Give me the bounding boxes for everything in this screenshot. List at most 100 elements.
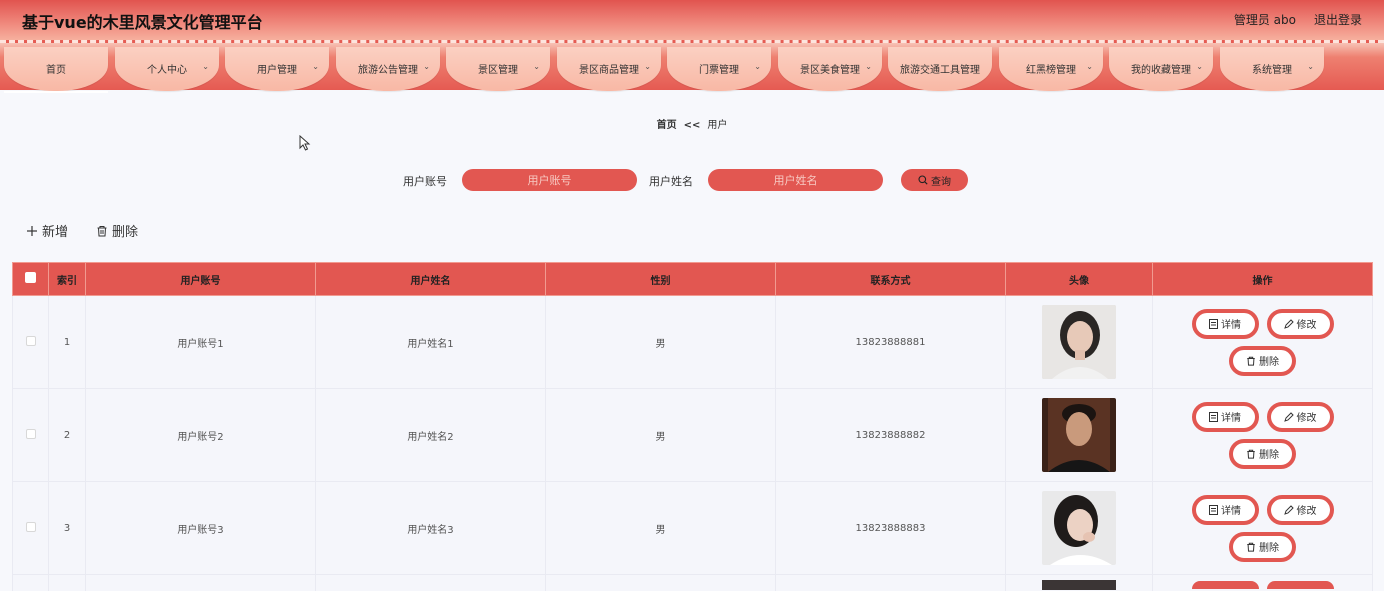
row-select-cell [12, 295, 49, 389]
avatar-image[interactable] [1042, 491, 1116, 565]
select-all-checkbox[interactable] [25, 272, 36, 283]
delete-button[interactable]: 删除 [1229, 531, 1296, 562]
name-search-input[interactable] [708, 169, 883, 191]
table-header-row: 索引 用户账号 用户姓名 性别 联系方式 头像 操作 [12, 262, 1373, 296]
cell-account: 用户账号3 [85, 481, 316, 575]
row-checkbox[interactable] [25, 521, 36, 532]
cell-operations [1152, 574, 1373, 591]
breadcrumb-separator: << [683, 120, 701, 131]
main-nav: 首页 个人中心 ⌄ 用户管理 ⌄ 旅游公告管理 ⌄ 景区管理 ⌄ 景区商品管理 ⌄ 门票管… [0, 40, 1384, 93]
table-row: 2 用户账号2 用户姓名2 男 13823888882 详情 修改 删除 [12, 388, 1373, 482]
edit-button[interactable]: 修改 [1266, 494, 1334, 525]
table-row: 1 用户账号1 用户姓名1 男 13823888881 详情 修改 删除 [12, 295, 1373, 389]
detail-button[interactable] [1191, 580, 1259, 589]
row-select-cell [12, 388, 49, 482]
breadcrumb-home[interactable]: 首页 [657, 120, 677, 131]
cell-account: 用户账号1 [85, 295, 316, 389]
nav-tab-ticket-management[interactable]: 门票管理 ⌄ [667, 47, 771, 91]
nav-tab-transport-management[interactable]: 旅游交通工具管理 [888, 47, 992, 91]
row-select-cell [12, 481, 49, 575]
select-all-cell [12, 262, 49, 296]
column-header-index: 索引 [48, 262, 86, 296]
detail-button[interactable]: 详情 [1191, 401, 1259, 432]
account-label: 用户账号 [403, 175, 447, 188]
column-header-gender: 性别 [545, 262, 776, 296]
edit-button[interactable]: 修改 [1266, 308, 1334, 339]
chevron-down-icon: ⌄ [202, 62, 209, 71]
cell-index: 1 [48, 295, 86, 389]
pencil-icon [1283, 411, 1294, 422]
cell-operations: 详情 修改 删除 [1152, 295, 1373, 389]
nav-tab-user-management[interactable]: 用户管理 ⌄ [225, 47, 329, 91]
cell-operations: 详情 修改 删除 [1152, 481, 1373, 575]
nav-tab-goods-management[interactable]: 景区商品管理 ⌄ [557, 47, 661, 91]
mouse-cursor-icon [299, 135, 311, 151]
cell-index: 2 [48, 388, 86, 482]
detail-button[interactable]: 详情 [1191, 494, 1259, 525]
cell-account: 用户账号2 [85, 388, 316, 482]
table-row [12, 574, 1373, 591]
chevron-down-icon: ⌄ [533, 62, 540, 71]
cell-avatar [1005, 574, 1153, 591]
header-user-area: 管理员 abo 退出登录 [1234, 11, 1362, 28]
account-search-input[interactable] [462, 169, 637, 191]
document-icon [1209, 411, 1218, 422]
nav-tab-favorites-management[interactable]: 我的收藏管理 ⌄ [1109, 47, 1213, 91]
chevron-down-icon: ⌄ [1086, 62, 1093, 71]
nav-tab-food-management[interactable]: 景区美食管理 ⌄ [778, 47, 882, 91]
cell-name: 用户姓名3 [315, 481, 546, 575]
search-button[interactable]: 查询 [901, 169, 968, 191]
document-icon [1209, 504, 1218, 515]
logout-link[interactable]: 退出登录 [1314, 11, 1362, 28]
pencil-icon [1283, 504, 1294, 515]
trash-icon [1247, 542, 1255, 552]
chevron-down-icon: ⌄ [1307, 62, 1314, 71]
cell-avatar [1005, 481, 1153, 575]
row-checkbox[interactable] [25, 428, 36, 439]
column-header-name: 用户姓名 [315, 262, 546, 296]
admin-user-label: 管理员 abo [1233, 13, 1296, 27]
delete-button[interactable]: 删除 [1229, 438, 1296, 469]
nav-tab-system-management[interactable]: 系统管理 ⌄ [1220, 47, 1324, 91]
nav-tab-ranking-management[interactable]: 红黑榜管理 ⌄ [999, 47, 1103, 91]
edit-button[interactable] [1266, 580, 1334, 589]
nav-tab-announcement-management[interactable]: 旅游公告管理 ⌄ [336, 47, 440, 91]
nav-tab-personal-center[interactable]: 个人中心 ⌄ [115, 47, 219, 91]
detail-button[interactable]: 详情 [1191, 308, 1259, 339]
app-title: 基于vue的木里风景文化管理平台 [22, 13, 263, 32]
avatar-image[interactable] [1042, 398, 1116, 472]
chevron-down-icon: ⌄ [423, 62, 430, 71]
column-header-operations: 操作 [1152, 262, 1373, 296]
trash-icon [1247, 449, 1255, 459]
add-button[interactable]: 新增 [26, 221, 68, 240]
nav-tab-scenic-management[interactable]: 景区管理 ⌄ [446, 47, 550, 91]
cell-gender: 男 [545, 388, 776, 482]
table-row: 3 用户账号3 用户姓名3 男 13823888883 详情 修改 删除 [12, 481, 1373, 575]
batch-delete-button[interactable]: 删除 [96, 221, 138, 240]
cell-avatar [1005, 388, 1153, 482]
trash-icon [97, 225, 107, 236]
document-icon [1209, 318, 1218, 329]
app-header: 基于vue的木里风景文化管理平台 管理员 abo 退出登录 [0, 0, 1384, 40]
trash-icon [1247, 356, 1255, 366]
column-header-avatar: 头像 [1005, 262, 1153, 296]
cell-operations: 详情 修改 删除 [1152, 388, 1373, 482]
avatar-image[interactable] [1042, 305, 1116, 379]
nav-tab-home[interactable]: 首页 [4, 47, 108, 93]
column-header-account: 用户账号 [85, 262, 316, 296]
chevron-down-icon: ⌄ [644, 62, 651, 71]
cell-avatar [1005, 295, 1153, 389]
chevron-down-icon: ⌄ [312, 62, 319, 71]
cell-phone: 13823888883 [775, 481, 1006, 575]
cell-name: 用户姓名1 [315, 295, 546, 389]
plus-icon [27, 225, 37, 236]
avatar-image[interactable] [1042, 579, 1116, 590]
row-checkbox[interactable] [25, 335, 36, 346]
chevron-down-icon: ⌄ [754, 62, 761, 71]
search-icon [918, 175, 928, 185]
edit-button[interactable]: 修改 [1266, 401, 1334, 432]
delete-button[interactable]: 删除 [1229, 345, 1296, 376]
cell-gender: 男 [545, 481, 776, 575]
cell-phone: 13823888882 [775, 388, 1006, 482]
user-table: 索引 用户账号 用户姓名 性别 联系方式 头像 操作 1 用户账号1 用户姓名1… [12, 262, 1373, 591]
